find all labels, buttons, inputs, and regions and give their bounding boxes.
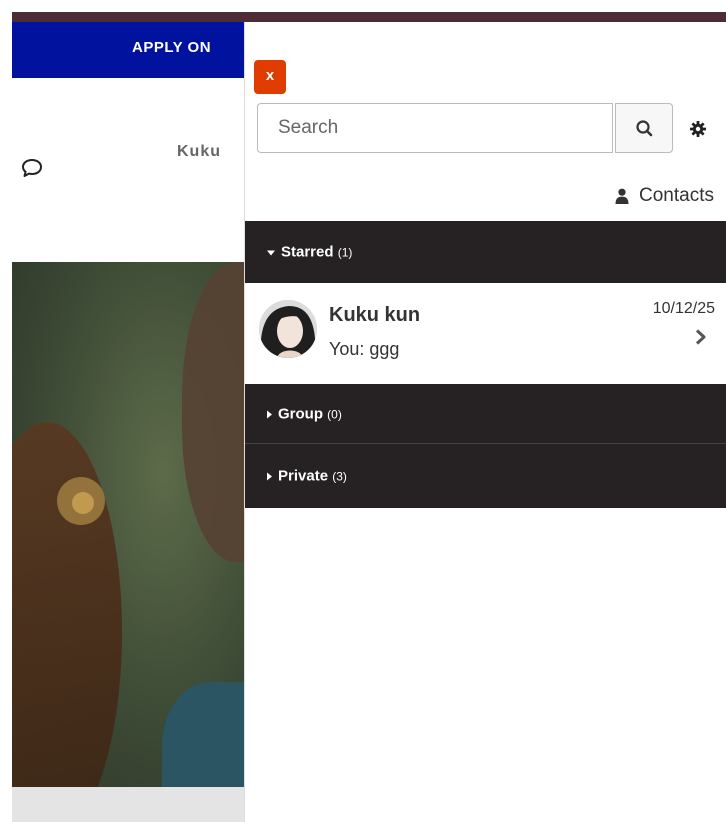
user-icon xyxy=(615,188,629,204)
section-group[interactable]: Group (0) xyxy=(245,384,726,444)
section-count: (3) xyxy=(332,469,347,484)
section-count: (1) xyxy=(337,245,353,260)
contacts-label: Contacts xyxy=(639,185,714,206)
chat-bubble-icon[interactable] xyxy=(20,156,44,180)
top-bar xyxy=(0,0,726,22)
contacts-link[interactable]: Contacts xyxy=(615,185,714,207)
gear-icon[interactable] xyxy=(689,120,707,138)
section-starred[interactable]: Starred (1) xyxy=(245,221,726,283)
section-label: Private xyxy=(278,467,329,485)
section-label: Group xyxy=(278,405,323,422)
search-button[interactable] xyxy=(615,103,673,153)
conversation-item[interactable]: Kuku kun You: ggg 10/12/25 xyxy=(245,283,726,384)
section-count: (0) xyxy=(327,407,342,421)
close-button[interactable]: x xyxy=(254,60,286,94)
contact-name: Kuku kun xyxy=(329,304,421,326)
caret-down-icon xyxy=(267,250,275,256)
search-icon xyxy=(636,120,653,137)
section-label: Starred xyxy=(281,243,334,261)
hero-image xyxy=(12,262,244,787)
background-page: APPLY ON Kuku xyxy=(12,22,244,822)
apply-banner[interactable]: APPLY ON xyxy=(12,22,244,78)
message-date: 10/12/25 xyxy=(652,300,715,317)
message-preview: You: ggg xyxy=(329,339,400,359)
profile-name-text: Kuku xyxy=(177,143,221,160)
search-input[interactable] xyxy=(257,103,613,153)
caret-right-icon xyxy=(267,472,272,481)
messaging-drawer: x Contacts Starred (1) xyxy=(244,22,726,822)
top-stripe xyxy=(12,12,726,22)
avatar xyxy=(259,300,317,358)
section-private[interactable]: Private (3) xyxy=(245,444,726,508)
apply-banner-text: APPLY ON xyxy=(132,39,212,56)
caret-right-icon xyxy=(267,410,272,419)
chevron-right-icon xyxy=(695,329,706,345)
bottom-strip xyxy=(12,787,244,822)
